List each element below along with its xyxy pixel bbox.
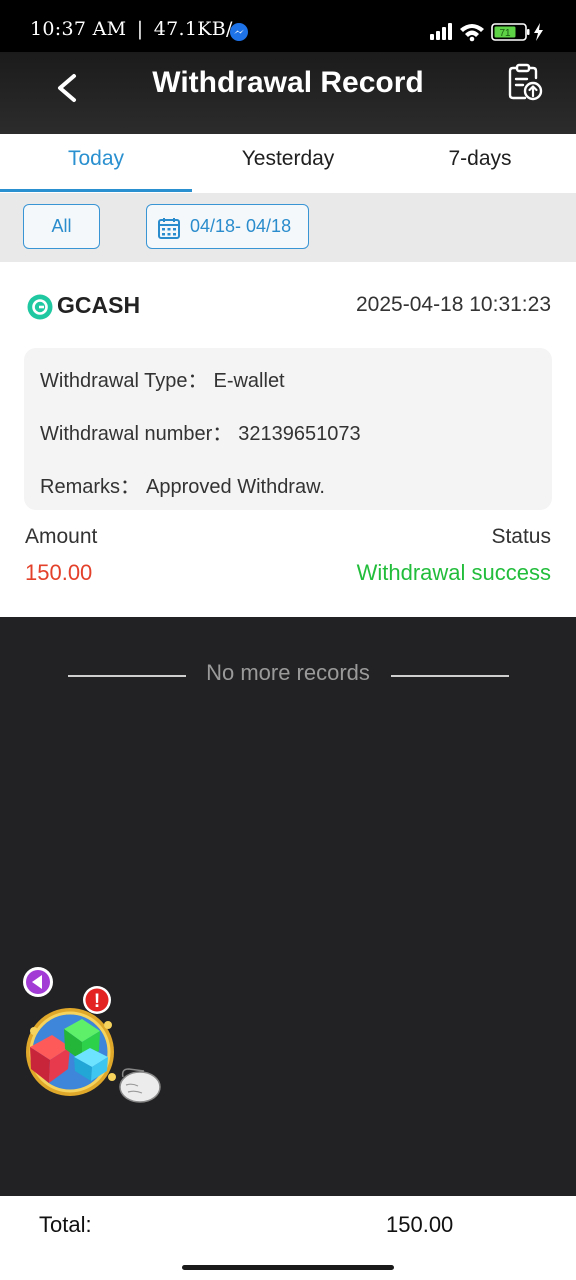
charging-icon: [534, 23, 543, 41]
home-indicator[interactable]: [182, 1265, 394, 1270]
status-time: 10:37 AM: [30, 18, 127, 40]
page-title: Withdrawal Record: [152, 66, 424, 99]
no-more-text: No more records: [206, 660, 370, 685]
status-label: Status: [491, 525, 551, 548]
date-range-button[interactable]: 04/18- 04/18: [146, 204, 309, 249]
date-tabs: Today Yesterday 7-days: [0, 134, 576, 193]
messenger-icon: [230, 23, 248, 41]
tab-7-days[interactable]: 7-days: [384, 134, 576, 193]
status-value: Withdrawal success: [356, 560, 551, 585]
total-label: Total:: [39, 1212, 92, 1237]
status-separator: |: [136, 18, 144, 40]
system-icons: 71: [430, 21, 550, 43]
record-datetime: 2025-04-18 10:31:23: [356, 293, 551, 316]
active-tab-indicator: [0, 189, 192, 192]
filter-all-button[interactable]: All: [23, 204, 100, 249]
wifi-icon: [460, 24, 484, 42]
detail-value: Approved Withdraw.: [146, 476, 325, 498]
detail-label: Withdrawal number：: [40, 423, 233, 445]
date-range-text: 04/18- 04/18: [190, 216, 292, 236]
detail-withdrawal-type: Withdrawal Type： E-wallet: [40, 364, 285, 393]
amount-label: Amount: [25, 525, 98, 548]
signal-icon: [430, 23, 452, 40]
status-time-text: 10:37 AM | 47.1KB/s: [30, 18, 243, 40]
amount-value: 150.00: [25, 560, 93, 585]
tab-today[interactable]: Today: [0, 134, 192, 193]
no-more-records: No more records: [0, 660, 576, 690]
payment-method: GCASH: [57, 292, 141, 318]
detail-label: Remarks：: [40, 476, 141, 498]
divider-right: [391, 675, 509, 677]
filter-bar: All 04/18- 04/18: [0, 193, 576, 262]
tab-yesterday[interactable]: Yesterday: [192, 134, 384, 193]
total-value: 150.00: [386, 1212, 454, 1237]
detail-label: Withdrawal Type：: [40, 370, 208, 392]
calendar-icon: [158, 218, 180, 239]
detail-value: E-wallet: [213, 370, 285, 392]
game-cube-icon: [26, 1008, 116, 1096]
tap-hand-icon: [119, 1068, 161, 1103]
floating-game-widget[interactable]: !: [22, 965, 167, 1110]
detail-value: 32139651073: [238, 423, 361, 445]
withdrawal-record-card[interactable]: GCASH 2025-04-18 10:31:23 Withdrawal Typ…: [0, 262, 576, 617]
detail-withdrawal-number: Withdrawal number： 32139651073: [40, 417, 361, 446]
app-header: Withdrawal Record: [0, 52, 576, 134]
gcash-logo-icon: [27, 294, 53, 320]
status-bar: 10:37 AM | 47.1KB/s 71: [0, 0, 576, 52]
alert-badge-text: !: [94, 991, 100, 1012]
total-footer: Total: 150.00: [0, 1196, 576, 1280]
battery-level: 71: [499, 28, 511, 39]
record-details: Withdrawal Type： E-wallet Withdrawal numb…: [24, 348, 552, 510]
collapse-arrow-icon[interactable]: [23, 967, 53, 997]
alert-badge: !: [83, 986, 111, 1014]
battery-icon: 71: [491, 23, 530, 41]
clipboard-upload-icon[interactable]: [505, 62, 545, 102]
detail-remarks: Remarks： Approved Withdraw.: [40, 470, 325, 499]
